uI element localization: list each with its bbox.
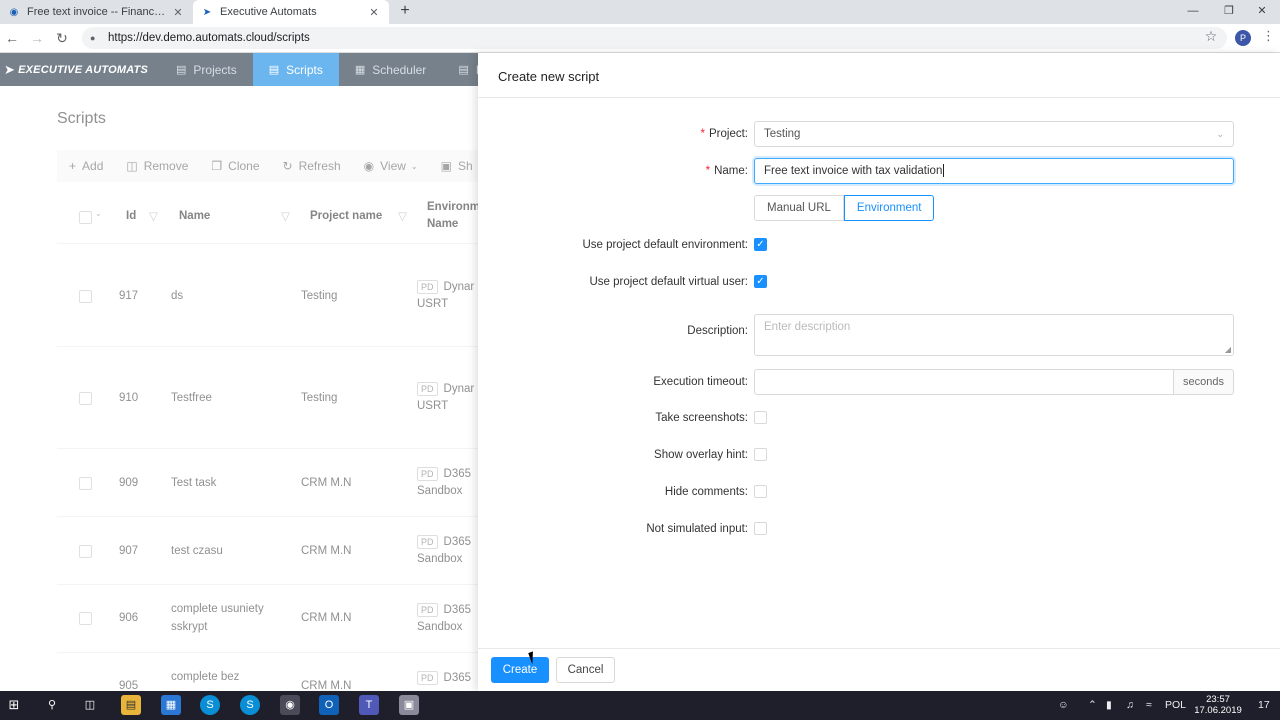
description-row: Description: Enter description ◢ [478,314,1280,356]
overlay-checkbox[interactable] [754,448,767,461]
search-icon[interactable]: ⚲ [42,695,62,715]
timeout-row: Execution timeout: seconds [478,369,1280,395]
outlook-icon[interactable]: O [319,695,339,715]
url-mode-toggle: Manual URL Environment [754,195,935,221]
resize-handle-icon[interactable]: ◢ [1225,345,1231,354]
project-row: * Project: Testing ⌄ [478,121,1280,147]
default-user-label: Use project default virtual user: [589,276,748,288]
url-mode-row: Manual URL Environment [478,195,1280,221]
description-textarea[interactable]: Enter description ◢ [754,314,1234,356]
screenshots-row: Take screenshots: [478,405,1280,431]
browser-tab-finance[interactable]: ◉ Free text invoice -- Finance and ( ✕ [0,0,193,24]
skype-icon[interactable]: S [200,695,220,715]
chevron-up-icon[interactable]: ⌃ [1088,691,1097,720]
environment-option[interactable]: Environment [843,195,935,221]
notifications-badge[interactable]: 17 [1258,691,1270,720]
task-view-icon[interactable]: ◫ [80,695,100,715]
default-env-checkbox[interactable]: ✓ [754,238,767,251]
default-user-checkbox[interactable]: ✓ [754,275,767,288]
tab-title: Free text invoice -- Finance and ( [27,6,171,18]
project-value: Testing [764,128,801,140]
restore-icon[interactable]: ❐ [1211,0,1247,24]
description-placeholder: Enter description [764,321,851,333]
battery-icon[interactable]: ▮ [1106,691,1112,720]
dynamics-icon: ◉ [9,6,19,18]
url-text: https://dev.demo.automats.cloud/scripts [108,32,310,44]
clock-time: 23:57 [1206,694,1230,705]
network-icon[interactable]: ≈ [1146,691,1152,720]
bookmark-star-icon[interactable]: ☆ [1202,28,1220,45]
back-icon[interactable]: ← [2,28,22,48]
not-simulated-checkbox[interactable] [754,522,767,535]
browser-menu-icon[interactable]: ⋮ [1262,28,1275,44]
url-input[interactable]: ● https://dev.demo.automats.cloud/script… [82,27,1227,49]
project-label-text: Project [709,128,745,140]
system-clock[interactable]: 23:57 17.06.2019 [1190,694,1246,716]
chevron-down-icon: ⌄ [1216,129,1224,139]
text-caret [943,164,945,178]
default-env-row: Use project default environment: ✓ [478,232,1280,258]
chrome-icon[interactable]: ◉ [280,695,300,715]
timeout-label-text: Execution timeout [653,376,745,388]
project-select[interactable]: Testing ⌄ [754,121,1234,147]
forward-icon[interactable]: → [27,28,47,48]
description-label-text: Description [687,325,745,337]
screenshots-label: Take screenshots: [655,412,748,424]
browser-tab-automats[interactable]: ➤ Executive Automats ✕ [193,0,389,24]
reload-icon[interactable]: ↻ [52,28,72,48]
people-icon[interactable]: ☺ [1058,691,1069,720]
required-mark: * [705,165,711,177]
lock-icon: ● [90,33,96,43]
name-label: * Name: [705,165,748,177]
name-label-text: Name [714,165,745,177]
teams-icon[interactable]: T [359,695,379,715]
drawer-title: Create new script [478,53,1280,98]
close-icon[interactable]: ✕ [367,6,381,19]
timeout-label: Execution timeout: [653,376,748,388]
browser-tab-bar: ◉ Free text invoice -- Finance and ( ✕ ➤… [0,0,1280,24]
screenshots-checkbox[interactable] [754,411,767,424]
name-input[interactable]: Free text invoice with tax validation [754,158,1234,184]
window-close-icon[interactable]: ✕ [1244,0,1280,24]
description-label: Description: [687,325,748,337]
default-user-row: Use project default virtual user: ✓ [478,269,1280,295]
tab-title: Executive Automats [220,6,317,18]
hide-comments-row: Hide comments: [478,479,1280,505]
not-simulated-row: Not simulated input: [478,516,1280,542]
windows-taskbar: ⊞ ⚲ ◫ ▤ ▦ S S ◉ O T ▣ ☺ ⌃ ▮ ♫ ≈ POL 23:5… [0,691,1280,720]
overlay-label: Show overlay hint: [654,449,748,461]
clock-date: 17.06.2019 [1194,705,1242,716]
timeout-unit: seconds [1174,369,1234,395]
close-icon[interactable]: ✕ [171,6,185,19]
create-script-drawer: Create new script * Project: Testing ⌄ * N… [478,53,1280,691]
store-icon[interactable]: ▦ [161,695,181,715]
name-row: * Name: Free text invoice with tax valida… [478,158,1280,184]
language-indicator[interactable]: POL [1165,691,1186,720]
volume-icon[interactable]: ♫ [1126,691,1134,720]
name-value: Free text invoice with tax validation [764,165,943,177]
manual-url-option[interactable]: Manual URL [754,195,844,221]
drawer-footer: Create Cancel [478,648,1280,691]
windows-start-icon[interactable]: ⊞ [4,695,24,715]
minimize-icon[interactable]: — [1175,0,1211,24]
required-mark: * [700,128,705,140]
project-label: * Project: [700,128,748,140]
default-env-label: Use project default environment: [582,239,748,251]
cancel-button[interactable]: Cancel [556,657,615,683]
timeout-input[interactable] [754,369,1174,395]
new-tab-button[interactable]: + [396,2,414,20]
automats-icon: ➤ [202,6,212,18]
address-bar-row: ← → ↻ ● https://dev.demo.automats.cloud/… [0,24,1280,53]
app-window-icon[interactable]: ▣ [399,695,419,715]
overlay-row: Show overlay hint: [478,442,1280,468]
hide-comments-checkbox[interactable] [754,485,767,498]
file-explorer-icon[interactable]: ▤ [121,695,141,715]
hide-comments-label: Hide comments: [664,486,748,498]
drawer-mask[interactable] [0,53,480,691]
profile-avatar[interactable]: P [1235,30,1251,46]
not-simulated-label: Not simulated input: [646,523,748,535]
skype-business-icon[interactable]: S [240,695,260,715]
